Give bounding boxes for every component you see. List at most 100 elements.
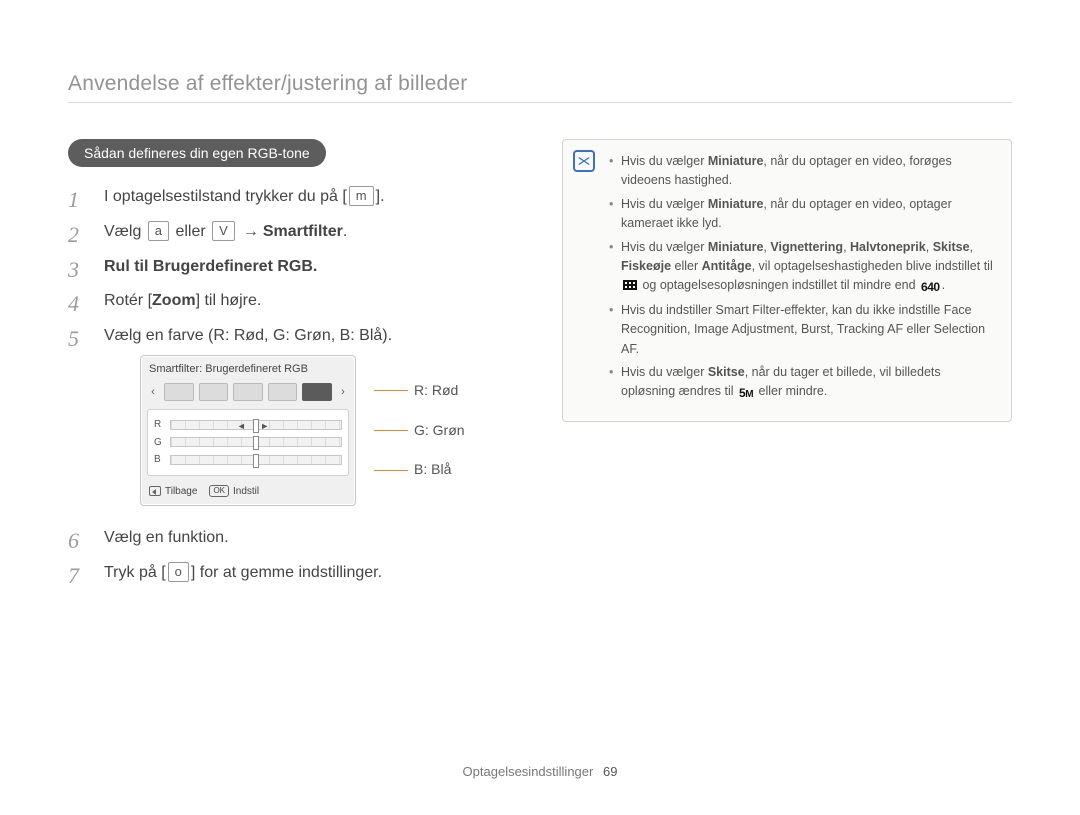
title-rule: [68, 102, 1012, 103]
res-5m-icon: 5M: [739, 384, 753, 403]
slider-thumb: [253, 454, 259, 468]
note-bold: Skitse: [708, 365, 745, 379]
back-icon: [149, 486, 161, 496]
callout-r: R: Rød: [374, 380, 465, 402]
slider-label-g: G: [154, 435, 164, 451]
key-zoom: Zoom: [152, 292, 196, 309]
slider-row-b: B: [154, 452, 342, 468]
res-640-icon: 640: [921, 278, 940, 297]
note-text: .: [942, 278, 945, 292]
slider-b: [170, 455, 342, 465]
slider-r: ◄ ►: [170, 420, 342, 430]
note-text: Hvis du vælger: [621, 197, 708, 211]
camera-screen: Smartfilter: Brugerdefineret RGB ‹ ›: [140, 355, 356, 506]
note-text: Hvis du vælger: [621, 240, 708, 254]
callout-g: G: Grøn: [374, 420, 465, 442]
icon-video-mode: V: [212, 221, 235, 241]
step-text: ] til højre.: [196, 292, 262, 309]
slider-thumb: [253, 419, 259, 433]
note-text: Hvis du indstiller Smart Filter-effekter…: [621, 303, 985, 356]
filter-chip: [199, 383, 229, 401]
step-text: Rul til Brugerdefineret RGB.: [104, 258, 317, 275]
step-3: Rul til Brugerdefineret RGB.: [68, 255, 508, 280]
camera-tab-row: ‹ ›: [141, 383, 355, 405]
step-text: ].: [376, 188, 385, 205]
key-o: o: [168, 562, 189, 582]
rgb-sliders: R ◄ ► G B: [147, 409, 349, 476]
slider-row-g: G: [154, 435, 342, 451]
slider-label-b: B: [154, 452, 164, 468]
camera-set: OKIndstil: [209, 484, 259, 500]
camera-footer: Tilbage OKIndstil: [141, 480, 355, 506]
step-7: Tryk på [o] for at gemme indstillinger.: [68, 561, 508, 586]
right-column: Hvis du vælger Miniature, når du optager…: [562, 139, 1012, 596]
step-text: ] for at gemme indstillinger.: [191, 564, 382, 581]
step-2: Vælg a eller V →Smartfilter.: [68, 220, 508, 245]
note-text: ,: [843, 240, 850, 254]
callout-label: R: Rød: [414, 380, 458, 402]
step-6: Vælg en funktion.: [68, 526, 508, 551]
framerate-icon: [623, 279, 637, 291]
arrow-icon: →: [243, 223, 259, 240]
callout-line: [374, 430, 408, 431]
callout-label: B: Blå: [414, 459, 451, 481]
step-text: eller: [171, 223, 210, 240]
slider-row-r: R ◄ ►: [154, 417, 342, 433]
callout-line: [374, 470, 408, 471]
note-item: Hvis du vælger Skitse, når du tager et b…: [609, 363, 995, 403]
note-icon: [573, 150, 595, 172]
note-text: eller: [671, 259, 702, 273]
note-box: Hvis du vælger Miniature, når du optager…: [562, 139, 1012, 422]
chevron-left-icon: ‹: [147, 384, 159, 401]
steps-list: I optagelsestilstand trykker du på [m]. …: [68, 185, 508, 586]
icon-photo-mode: a: [148, 221, 169, 241]
note-bold: Miniature: [708, 240, 764, 254]
note-item: Hvis du indstiller Smart Filter-effekter…: [609, 301, 995, 359]
step-text: Vælg en farve (R: Rød, G: Grøn, B: Blå).: [104, 327, 392, 344]
step-text: Vælg en funktion.: [104, 529, 229, 546]
section-pill: Sådan defineres din egen RGB-tone: [68, 139, 326, 167]
menu-smartfilter: Smartfilter: [263, 223, 343, 240]
note-item: Hvis du vælger Miniature, når du optager…: [609, 195, 995, 234]
note-item: Hvis du vælger Miniature, når du optager…: [609, 152, 995, 191]
callout-b: B: Blå: [374, 459, 465, 481]
footer-section: Optagelsesindstillinger: [463, 764, 594, 779]
page-title: Anvendelse af effekter/justering af bill…: [68, 72, 1012, 96]
note-bold: Antitåge: [702, 259, 752, 273]
content-columns: Sådan defineres din egen RGB-tone I opta…: [68, 139, 1012, 596]
camera-preview-wrap: Smartfilter: Brugerdefineret RGB ‹ ›: [140, 355, 508, 506]
note-text: Hvis du vælger: [621, 154, 708, 168]
slider-label-r: R: [154, 417, 164, 433]
note-bold: Miniature: [708, 197, 764, 211]
callout-line: [374, 390, 408, 391]
note-bold: Skitse: [933, 240, 970, 254]
step-5: Vælg en farve (R: Rød, G: Grøn, B: Blå).…: [68, 324, 508, 506]
step-1: I optagelsestilstand trykker du på [m].: [68, 185, 508, 210]
left-column: Sådan defineres din egen RGB-tone I opta…: [68, 139, 508, 596]
camera-back: Tilbage: [149, 484, 197, 500]
filter-chip-active: [302, 383, 332, 401]
filter-chip: [268, 383, 298, 401]
slider-thumb: [253, 436, 259, 450]
page-footer: Optagelsesindstillinger 69: [0, 764, 1080, 779]
step-text: I optagelsestilstand trykker du på [: [104, 188, 347, 205]
callout-label: G: Grøn: [414, 420, 465, 442]
camera-back-label: Tilbage: [165, 484, 197, 500]
note-text: , vil optagelseshastigheden blive indsti…: [752, 259, 993, 273]
chevron-right-icon: ›: [337, 384, 349, 401]
page-number: 69: [603, 764, 617, 779]
note-text: ,: [970, 240, 973, 254]
step-text: Rotér [: [104, 292, 152, 309]
camera-set-label: Indstil: [233, 484, 259, 500]
step-text: Vælg: [104, 223, 146, 240]
step-4: Rotér [Zoom] til højre.: [68, 289, 508, 314]
note-bold: Miniature: [708, 154, 764, 168]
filter-chip: [233, 383, 263, 401]
camera-title: Smartfilter: Brugerdefineret RGB: [141, 356, 355, 383]
note-bold: Fiskeøje: [621, 259, 671, 273]
key-m: m: [349, 186, 374, 206]
note-text: Hvis du vælger: [621, 365, 708, 379]
note-bold: Vignettering: [770, 240, 843, 254]
step-text: .: [343, 223, 347, 240]
note-text: eller mindre.: [755, 384, 827, 398]
